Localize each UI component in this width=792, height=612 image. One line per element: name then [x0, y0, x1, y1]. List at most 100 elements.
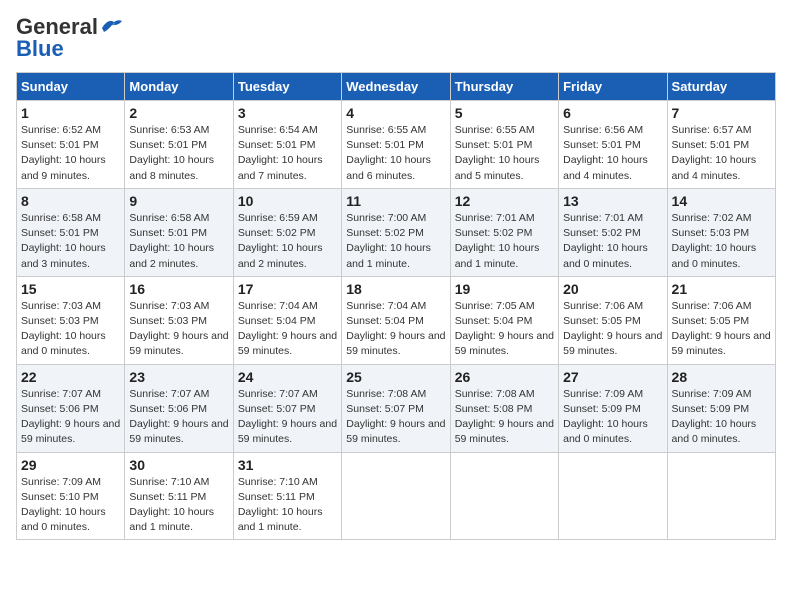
logo: GeneralBlue	[16, 16, 124, 60]
calendar-cell: 31 Sunrise: 7:10 AM Sunset: 5:11 PM Dayl…	[233, 452, 341, 540]
calendar-cell: 16 Sunrise: 7:03 AM Sunset: 5:03 PM Dayl…	[125, 276, 233, 364]
calendar-cell: 28 Sunrise: 7:09 AM Sunset: 5:09 PM Dayl…	[667, 364, 775, 452]
calendar-cell: 20 Sunrise: 7:06 AM Sunset: 5:05 PM Dayl…	[559, 276, 667, 364]
calendar-cell: 9 Sunrise: 6:58 AM Sunset: 5:01 PM Dayli…	[125, 188, 233, 276]
day-number: 20	[563, 281, 662, 297]
column-header-saturday: Saturday	[667, 73, 775, 101]
calendar-cell: 25 Sunrise: 7:08 AM Sunset: 5:07 PM Dayl…	[342, 364, 450, 452]
day-info: Sunrise: 6:58 AM Sunset: 5:01 PM Dayligh…	[129, 211, 228, 272]
day-number: 27	[563, 369, 662, 385]
calendar-cell: 23 Sunrise: 7:07 AM Sunset: 5:06 PM Dayl…	[125, 364, 233, 452]
day-number: 31	[238, 457, 337, 473]
day-info: Sunrise: 7:01 AM Sunset: 5:02 PM Dayligh…	[563, 211, 662, 272]
column-header-tuesday: Tuesday	[233, 73, 341, 101]
logo-blue-text: Blue	[16, 36, 64, 61]
calendar-cell: 8 Sunrise: 6:58 AM Sunset: 5:01 PM Dayli…	[17, 188, 125, 276]
day-info: Sunrise: 7:08 AM Sunset: 5:07 PM Dayligh…	[346, 387, 445, 448]
calendar-cell: 3 Sunrise: 6:54 AM Sunset: 5:01 PM Dayli…	[233, 101, 341, 189]
day-info: Sunrise: 7:07 AM Sunset: 5:07 PM Dayligh…	[238, 387, 337, 448]
day-number: 10	[238, 193, 337, 209]
calendar-cell: 15 Sunrise: 7:03 AM Sunset: 5:03 PM Dayl…	[17, 276, 125, 364]
day-number: 5	[455, 105, 554, 121]
day-number: 28	[672, 369, 771, 385]
day-info: Sunrise: 7:10 AM Sunset: 5:11 PM Dayligh…	[238, 475, 337, 536]
calendar-week-row-5: 29 Sunrise: 7:09 AM Sunset: 5:10 PM Dayl…	[17, 452, 776, 540]
day-number: 3	[238, 105, 337, 121]
calendar-week-row-3: 15 Sunrise: 7:03 AM Sunset: 5:03 PM Dayl…	[17, 276, 776, 364]
day-info: Sunrise: 7:06 AM Sunset: 5:05 PM Dayligh…	[563, 299, 662, 360]
calendar-cell: 2 Sunrise: 6:53 AM Sunset: 5:01 PM Dayli…	[125, 101, 233, 189]
calendar-cell	[667, 452, 775, 540]
day-number: 17	[238, 281, 337, 297]
calendar-week-row-1: 1 Sunrise: 6:52 AM Sunset: 5:01 PM Dayli…	[17, 101, 776, 189]
calendar-cell: 27 Sunrise: 7:09 AM Sunset: 5:09 PM Dayl…	[559, 364, 667, 452]
day-info: Sunrise: 6:53 AM Sunset: 5:01 PM Dayligh…	[129, 123, 228, 184]
column-header-wednesday: Wednesday	[342, 73, 450, 101]
day-info: Sunrise: 6:55 AM Sunset: 5:01 PM Dayligh…	[455, 123, 554, 184]
day-info: Sunrise: 7:00 AM Sunset: 5:02 PM Dayligh…	[346, 211, 445, 272]
day-number: 8	[21, 193, 120, 209]
calendar-cell: 26 Sunrise: 7:08 AM Sunset: 5:08 PM Dayl…	[450, 364, 558, 452]
day-number: 4	[346, 105, 445, 121]
day-info: Sunrise: 7:07 AM Sunset: 5:06 PM Dayligh…	[21, 387, 120, 448]
day-number: 25	[346, 369, 445, 385]
day-number: 18	[346, 281, 445, 297]
calendar-cell	[559, 452, 667, 540]
day-info: Sunrise: 7:03 AM Sunset: 5:03 PM Dayligh…	[129, 299, 228, 360]
day-info: Sunrise: 7:06 AM Sunset: 5:05 PM Dayligh…	[672, 299, 771, 360]
day-info: Sunrise: 6:52 AM Sunset: 5:01 PM Dayligh…	[21, 123, 120, 184]
calendar-cell: 24 Sunrise: 7:07 AM Sunset: 5:07 PM Dayl…	[233, 364, 341, 452]
day-number: 19	[455, 281, 554, 297]
day-info: Sunrise: 7:05 AM Sunset: 5:04 PM Dayligh…	[455, 299, 554, 360]
day-number: 23	[129, 369, 228, 385]
day-number: 14	[672, 193, 771, 209]
day-number: 26	[455, 369, 554, 385]
day-info: Sunrise: 6:56 AM Sunset: 5:01 PM Dayligh…	[563, 123, 662, 184]
day-number: 11	[346, 193, 445, 209]
calendar-table: SundayMondayTuesdayWednesdayThursdayFrid…	[16, 72, 776, 540]
page-header: GeneralBlue	[16, 16, 776, 60]
day-info: Sunrise: 7:01 AM Sunset: 5:02 PM Dayligh…	[455, 211, 554, 272]
day-info: Sunrise: 6:58 AM Sunset: 5:01 PM Dayligh…	[21, 211, 120, 272]
calendar-week-row-2: 8 Sunrise: 6:58 AM Sunset: 5:01 PM Dayli…	[17, 188, 776, 276]
column-header-monday: Monday	[125, 73, 233, 101]
day-number: 24	[238, 369, 337, 385]
day-number: 2	[129, 105, 228, 121]
calendar-cell: 11 Sunrise: 7:00 AM Sunset: 5:02 PM Dayl…	[342, 188, 450, 276]
day-info: Sunrise: 7:09 AM Sunset: 5:10 PM Dayligh…	[21, 475, 120, 536]
calendar-cell: 14 Sunrise: 7:02 AM Sunset: 5:03 PM Dayl…	[667, 188, 775, 276]
day-info: Sunrise: 6:57 AM Sunset: 5:01 PM Dayligh…	[672, 123, 771, 184]
day-number: 21	[672, 281, 771, 297]
day-number: 1	[21, 105, 120, 121]
calendar-cell	[342, 452, 450, 540]
calendar-header-row: SundayMondayTuesdayWednesdayThursdayFrid…	[17, 73, 776, 101]
logo-bird-icon	[100, 18, 124, 38]
calendar-cell	[450, 452, 558, 540]
day-number: 6	[563, 105, 662, 121]
column-header-sunday: Sunday	[17, 73, 125, 101]
day-info: Sunrise: 7:09 AM Sunset: 5:09 PM Dayligh…	[563, 387, 662, 448]
day-number: 30	[129, 457, 228, 473]
calendar-cell: 5 Sunrise: 6:55 AM Sunset: 5:01 PM Dayli…	[450, 101, 558, 189]
calendar-cell: 19 Sunrise: 7:05 AM Sunset: 5:04 PM Dayl…	[450, 276, 558, 364]
day-info: Sunrise: 7:02 AM Sunset: 5:03 PM Dayligh…	[672, 211, 771, 272]
day-number: 13	[563, 193, 662, 209]
day-info: Sunrise: 7:09 AM Sunset: 5:09 PM Dayligh…	[672, 387, 771, 448]
day-number: 7	[672, 105, 771, 121]
calendar-cell: 21 Sunrise: 7:06 AM Sunset: 5:05 PM Dayl…	[667, 276, 775, 364]
day-number: 22	[21, 369, 120, 385]
calendar-cell: 4 Sunrise: 6:55 AM Sunset: 5:01 PM Dayli…	[342, 101, 450, 189]
column-header-friday: Friday	[559, 73, 667, 101]
day-number: 29	[21, 457, 120, 473]
day-info: Sunrise: 6:54 AM Sunset: 5:01 PM Dayligh…	[238, 123, 337, 184]
logo-text: GeneralBlue	[16, 16, 98, 60]
column-header-thursday: Thursday	[450, 73, 558, 101]
calendar-week-row-4: 22 Sunrise: 7:07 AM Sunset: 5:06 PM Dayl…	[17, 364, 776, 452]
calendar-cell: 7 Sunrise: 6:57 AM Sunset: 5:01 PM Dayli…	[667, 101, 775, 189]
calendar-cell: 13 Sunrise: 7:01 AM Sunset: 5:02 PM Dayl…	[559, 188, 667, 276]
calendar-cell: 29 Sunrise: 7:09 AM Sunset: 5:10 PM Dayl…	[17, 452, 125, 540]
day-number: 12	[455, 193, 554, 209]
day-number: 16	[129, 281, 228, 297]
day-number: 15	[21, 281, 120, 297]
calendar-cell: 17 Sunrise: 7:04 AM Sunset: 5:04 PM Dayl…	[233, 276, 341, 364]
